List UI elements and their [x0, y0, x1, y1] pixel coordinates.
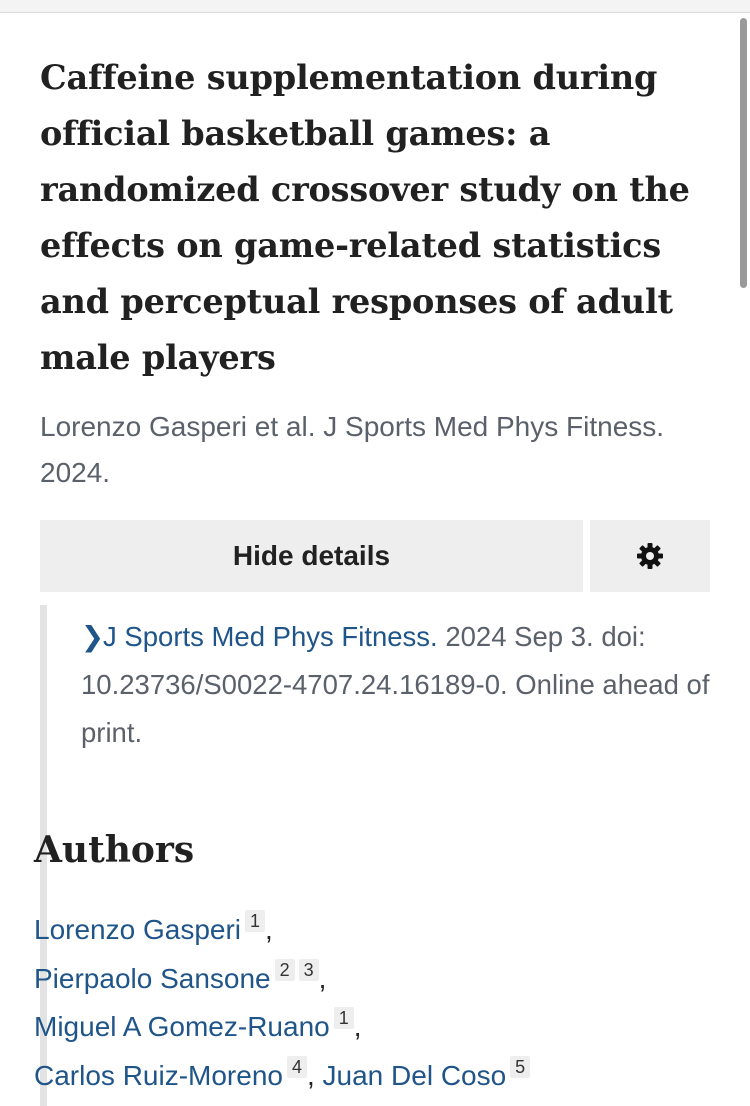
publication-date: 2024 Sep 3.: [445, 621, 594, 652]
authors-list: Lorenzo Gasperi 1, Pierpaolo Sansone 2 3, M…: [34, 906, 674, 1100]
author-line: Pierpaolo Sansone 2 3,: [34, 958, 327, 994]
chevron-right-icon: ❯: [81, 621, 105, 652]
journal-citation: ❯J Sports Med Phys Fitness. 2024 Sep 3. …: [81, 613, 721, 757]
hide-details-button[interactable]: Hide details: [40, 520, 583, 592]
author-link[interactable]: Juan Del Coso: [323, 1060, 507, 1091]
author-line: Miguel A Gomez-Ruano 1,: [34, 1007, 362, 1042]
article-title: Caffeine supplementation during official…: [40, 58, 690, 377]
page-scrollbar[interactable]: [740, 18, 747, 288]
browser-top-edge: [0, 0, 750, 13]
author-link[interactable]: Miguel A Gomez-Ruano: [34, 1011, 330, 1042]
authors-heading: Authors: [34, 829, 195, 871]
author-link[interactable]: Carlos Ruiz-Moreno: [34, 1060, 283, 1091]
affiliation-badge[interactable]: 1: [333, 1007, 354, 1029]
author-link[interactable]: Pierpaolo Sansone: [34, 963, 271, 994]
affiliation-badge[interactable]: 4: [286, 1055, 307, 1078]
author-line: Carlos Ruiz-Moreno 4, Juan Del Coso 5: [34, 1052, 674, 1101]
affiliation-badge[interactable]: 5: [510, 1055, 531, 1078]
affiliation-badge[interactable]: 2: [274, 958, 295, 981]
affiliation-badge[interactable]: 1: [245, 910, 266, 932]
settings-button[interactable]: [590, 520, 710, 592]
gear-icon: [637, 543, 663, 569]
author-link[interactable]: Lorenzo Gasperi: [34, 914, 241, 945]
short-citation: Lorenzo Gasperi et al. J Sports Med Phys…: [40, 411, 665, 488]
author-line: Lorenzo Gasperi 1,: [34, 910, 273, 945]
affiliation-badge[interactable]: 3: [298, 958, 319, 981]
journal-link[interactable]: J Sports Med Phys Fitness.: [103, 621, 438, 652]
